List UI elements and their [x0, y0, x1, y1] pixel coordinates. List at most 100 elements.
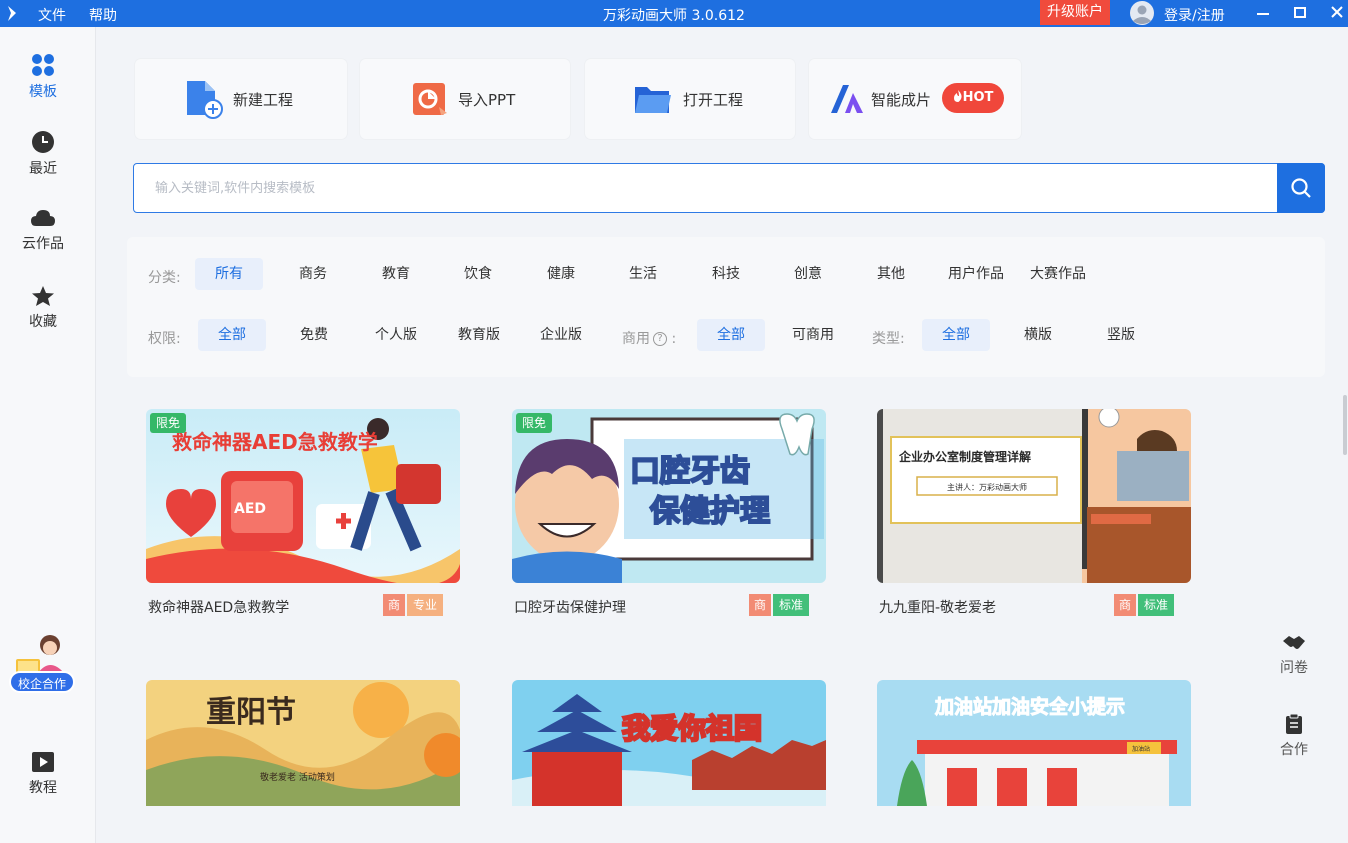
category-all[interactable]: 所有	[195, 258, 263, 290]
template-name: 九九重阳-敬老爱老	[879, 600, 997, 616]
import-ppt-button[interactable]: 导入PPT	[360, 59, 570, 139]
close-icon[interactable]	[1325, 2, 1348, 24]
vertical-scrollbar[interactable]	[1343, 395, 1347, 455]
standard-tag: 标准	[773, 594, 809, 616]
new-project-button[interactable]: 新建工程	[135, 59, 347, 139]
cooperation-side-button[interactable]: 合作	[1264, 713, 1324, 759]
help-icon[interactable]: ?	[653, 332, 667, 346]
template-thumbnail[interactable]: 重阳节 敬老爱老 活动策划	[146, 680, 460, 806]
limited-free-badge: 限免	[150, 413, 186, 433]
sidebar-item-recent[interactable]: 最近	[0, 130, 86, 178]
sidebar-item-label: 收藏	[29, 314, 57, 330]
type-label: 类型:	[872, 331, 905, 347]
gas-station-thumbnail-illustration: 加油站加油安全小提示 加油站	[877, 680, 1191, 806]
template-thumbnail[interactable]: AED 救命神器AED急救教学 限免	[146, 409, 460, 583]
permission-all[interactable]: 全部	[198, 319, 266, 351]
clock-icon	[32, 131, 54, 153]
sidebar-item-favorites[interactable]: 收藏	[0, 285, 86, 331]
hot-badge: HOT	[942, 83, 1004, 113]
commercial-all[interactable]: 全部	[697, 319, 765, 351]
template-card-chongyang[interactable]: 重阳节 敬老爱老 活动策划	[146, 680, 460, 806]
sidebar: 模板 最近 云作品 收藏 校企合作 教程	[0, 27, 96, 843]
type-all[interactable]: 全部	[922, 319, 990, 351]
category-business[interactable]: 商务	[279, 258, 347, 290]
category-tech[interactable]: 科技	[692, 258, 760, 290]
template-card-dental[interactable]: 口腔牙齿 保健护理 限免 口腔牙齿保健护理 商 标准	[512, 409, 826, 616]
type-portrait[interactable]: 竖版	[1087, 319, 1155, 351]
play-video-icon	[32, 752, 54, 772]
grid-icon	[32, 54, 54, 76]
template-thumbnail[interactable]: 我爱你祖国	[512, 680, 826, 806]
thumbnail-subtitle: 加油站	[1132, 745, 1150, 753]
ppt-icon	[413, 83, 447, 115]
category-education[interactable]: 教育	[362, 258, 430, 290]
search-button[interactable]	[1277, 163, 1325, 213]
sidebar-item-templates[interactable]: 模板	[0, 53, 86, 101]
app-logo-icon	[8, 6, 16, 21]
type-landscape[interactable]: 横版	[1004, 319, 1072, 351]
login-register-link[interactable]: 登录/注册	[1164, 5, 1225, 25]
upgrade-account-button[interactable]: 升级账户	[1040, 0, 1110, 25]
thumbnail-title: 救命神器AED急救教学	[172, 430, 378, 454]
open-project-button[interactable]: 打开工程	[585, 59, 795, 139]
user-avatar-icon[interactable]	[1128, 1, 1156, 25]
permission-personal[interactable]: 个人版	[362, 319, 430, 351]
category-label: 分类:	[148, 270, 181, 286]
template-thumbnail[interactable]: 口腔牙齿 保健护理 限免	[512, 409, 826, 583]
sidebar-item-label: 云作品	[22, 236, 64, 252]
template-thumbnail[interactable]: 企业办公室制度管理详解 主讲人：万彩动画大师	[877, 409, 1191, 583]
thumbnail-title: 企业办公室制度管理详解	[898, 449, 1031, 464]
commercial-tag: 商	[749, 594, 771, 616]
category-food[interactable]: 饮食	[444, 258, 512, 290]
menu-file[interactable]: 文件	[38, 5, 66, 25]
permission-label: 权限:	[148, 331, 181, 347]
pro-tag: 专业	[407, 594, 443, 616]
quick-action-label: 新建工程	[233, 91, 294, 109]
category-contest-works[interactable]: 大赛作品	[1019, 258, 1097, 290]
thumbnail-title: 我爱你祖国	[622, 712, 762, 745]
folder-icon	[635, 87, 671, 113]
template-thumbnail[interactable]: 加油站加油安全小提示 加油站	[877, 680, 1191, 806]
sidebar-item-label: 教程	[29, 780, 57, 796]
category-life[interactable]: 生活	[609, 258, 677, 290]
template-name: 口腔牙齿保健护理	[514, 600, 626, 616]
cooperation-button[interactable]: 校企合作	[9, 671, 75, 693]
minimize-icon[interactable]	[1251, 2, 1275, 24]
permission-free[interactable]: 免费	[280, 319, 348, 351]
motherland-thumbnail-illustration: 我爱你祖国	[512, 680, 826, 806]
survey-button[interactable]: 问卷	[1264, 633, 1324, 677]
permission-enterprise[interactable]: 企业版	[527, 319, 595, 351]
quick-action-label: 打开工程	[683, 91, 744, 109]
star-icon	[32, 286, 54, 306]
commercial-tag: 商	[383, 594, 405, 616]
search-bar	[133, 163, 1325, 213]
category-creative[interactable]: 创意	[774, 258, 842, 290]
smart-video-button[interactable]: 智能成片 HOT	[809, 59, 1021, 139]
right-tool-label: 问卷	[1280, 660, 1308, 676]
template-card-double-ninth[interactable]: 企业办公室制度管理详解 主讲人：万彩动画大师 九九重阳-敬老爱老 商 标准	[877, 409, 1191, 616]
commercial-label-sep: :	[671, 331, 677, 347]
quick-action-label: 智能成片	[871, 91, 932, 109]
commercial-allowed[interactable]: 可商用	[779, 319, 847, 351]
thumbnail-title: 重阳节	[206, 695, 296, 730]
filter-panel: 分类: 所有 商务 教育 饮食 健康 生活 科技 创意 其他 用户作品 大赛作品…	[127, 237, 1325, 377]
category-user-works[interactable]: 用户作品	[937, 258, 1015, 290]
template-card-aed[interactable]: AED 救命神器AED急救教学 限免 救命神器AED急救教学 商 专业	[146, 409, 460, 616]
search-input[interactable]	[135, 165, 1277, 211]
clipboard-icon	[1286, 713, 1302, 734]
sidebar-item-cloud-works[interactable]: 云作品	[0, 207, 86, 253]
template-card-motherland[interactable]: 我爱你祖国	[512, 680, 826, 806]
sidebar-item-tutorial[interactable]: 教程	[0, 751, 86, 797]
permission-education[interactable]: 教育版	[445, 319, 513, 351]
category-other[interactable]: 其他	[857, 258, 925, 290]
menu-help[interactable]: 帮助	[89, 5, 117, 25]
template-card-gas-station[interactable]: 加油站加油安全小提示 加油站	[877, 680, 1191, 806]
title-bar: 文件 帮助 万彩动画大师 3.0.612 升级账户 登录/注册	[0, 0, 1348, 27]
maximize-icon[interactable]	[1288, 2, 1312, 24]
category-health[interactable]: 健康	[527, 258, 595, 290]
ai-logo-icon	[831, 85, 863, 113]
hot-badge-label: HOT	[962, 90, 994, 105]
svg-text:AED: AED	[234, 501, 266, 517]
standard-tag: 标准	[1138, 594, 1174, 616]
main-content: 新建工程 导入PPT 打开工程 智能成片 HOT 输入关键词,软件内搜索模板 分…	[97, 27, 1348, 843]
